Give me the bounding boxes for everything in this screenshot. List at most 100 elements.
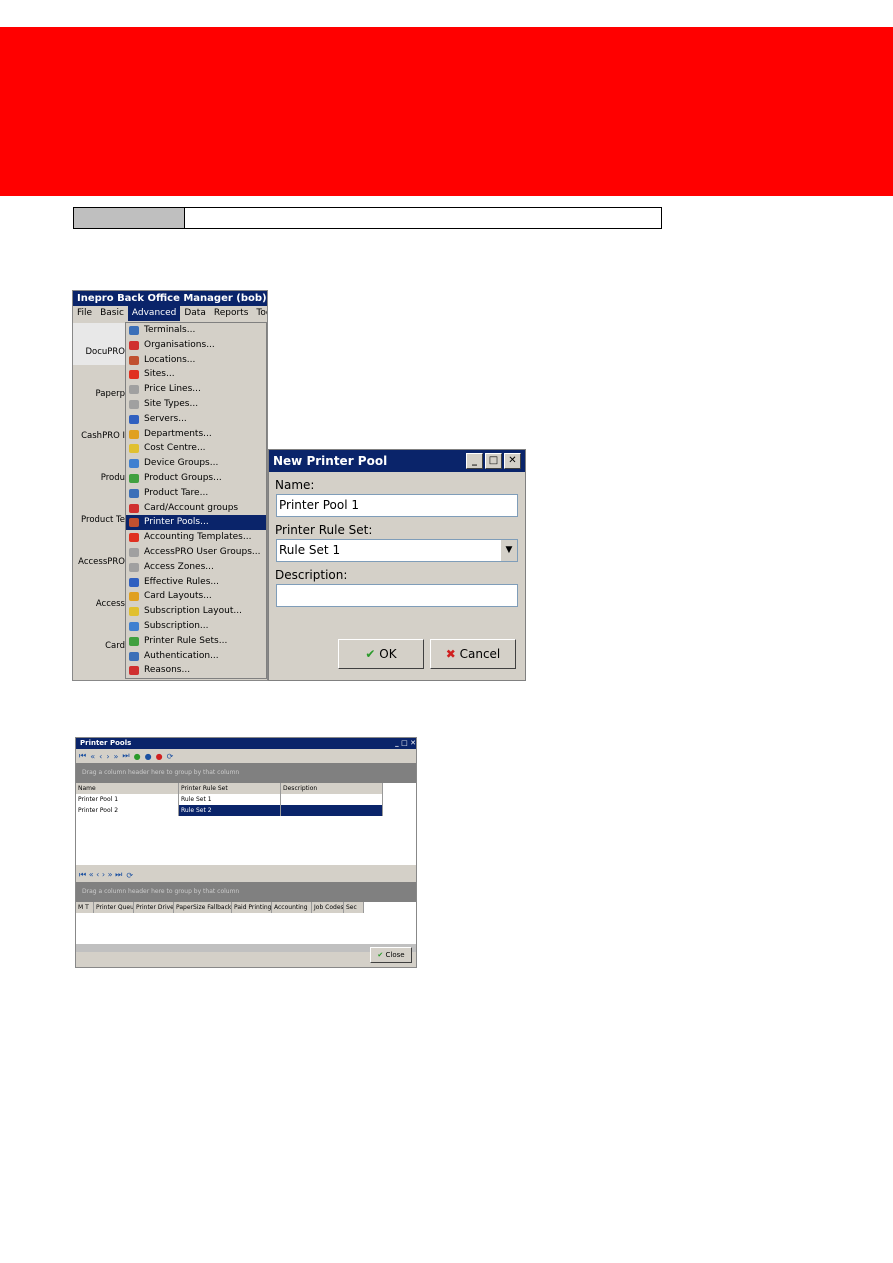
name-input[interactable]: Printer Pool 1: [276, 494, 518, 517]
menu-item[interactable]: Accounting Templates...: [126, 530, 266, 545]
column-header[interactable]: Name: [76, 783, 179, 794]
menu-item-icon: [129, 340, 139, 350]
nav-first-icon[interactable]: ⏮: [79, 751, 86, 761]
sidebar-item[interactable]: Card: [73, 617, 125, 659]
window-buttons[interactable]: _ □ ✕: [395, 738, 416, 749]
description-input[interactable]: [276, 584, 518, 607]
maximize-button[interactable]: □: [485, 453, 502, 469]
menu-item[interactable]: Card/Account groups: [126, 501, 266, 516]
ruleset-select[interactable]: Rule Set 1 ▼: [276, 539, 518, 562]
sidebar-item[interactable]: Access: [73, 575, 125, 617]
menu-item-label: Printer Rule Sets...: [144, 635, 228, 646]
menu-item[interactable]: Site Types...: [126, 397, 266, 412]
menu-bar: File Basic Advanced Data Reports Tools: [73, 306, 267, 321]
menu-item[interactable]: Price Lines...: [126, 382, 266, 397]
sidebar-item[interactable]: DocuPRO: [73, 323, 125, 365]
menu-item[interactable]: Reasons...: [126, 663, 266, 678]
menu-item[interactable]: Servers...: [126, 412, 266, 427]
menu-item[interactable]: Product Groups...: [126, 471, 266, 486]
menu-file[interactable]: File: [73, 306, 96, 321]
sidebar-item[interactable]: Produ: [73, 449, 125, 491]
info-icon[interactable]: ●: [145, 752, 152, 761]
menu-item-icon: [129, 488, 139, 498]
column-header[interactable]: Paid Printing: [232, 902, 272, 913]
menu-item-icon: [129, 385, 139, 395]
minimize-button[interactable]: _: [466, 453, 483, 469]
menu-item[interactable]: Authentication...: [126, 649, 266, 664]
menu-item[interactable]: Printer Rule Sets...: [126, 634, 266, 649]
sidebar-item[interactable]: AccessPRO: [73, 533, 125, 575]
menu-item-label: Organisations...: [144, 339, 215, 350]
menu-item-label: Subscription...: [144, 620, 209, 631]
cancel-button[interactable]: ✖ Cancel: [430, 639, 516, 669]
column-header[interactable]: Job Codes: [312, 902, 344, 913]
nav-prev-icon[interactable]: ‹: [99, 752, 102, 761]
sidebar-item[interactable]: Paperp: [73, 365, 125, 407]
menu-item-label: Card/Account groups: [144, 502, 239, 513]
delete-icon[interactable]: ●: [156, 752, 163, 761]
sidebar-item[interactable]: [73, 659, 125, 680]
add-icon[interactable]: ●: [134, 752, 141, 761]
menu-item[interactable]: Printer Pools...: [126, 515, 266, 531]
header-table: [73, 207, 662, 229]
menu-item[interactable]: Access Zones...: [126, 560, 266, 575]
menu-item-icon: [129, 503, 139, 513]
column-header[interactable]: Accounting: [272, 902, 312, 913]
menu-item[interactable]: Product Tare...: [126, 486, 266, 501]
check-icon: ✔: [365, 647, 376, 661]
menu-item-icon: [129, 444, 139, 454]
refresh-icon[interactable]: ⟳: [167, 752, 174, 761]
nav-icons[interactable]: ⏮ « ‹ › » ⏭: [79, 870, 122, 880]
menu-item[interactable]: Locations...: [126, 353, 266, 368]
menu-item[interactable]: Organisations...: [126, 338, 266, 353]
menu-item-icon: [129, 355, 139, 365]
menu-item[interactable]: Departments...: [126, 427, 266, 442]
chevron-down-icon[interactable]: ▼: [501, 540, 517, 561]
ok-button[interactable]: ✔ OK: [338, 639, 424, 669]
menu-item-icon: [129, 592, 139, 602]
menu-item[interactable]: Cost Centre...: [126, 441, 266, 456]
column-header[interactable]: Sec: [344, 902, 364, 913]
column-header[interactable]: Description: [281, 783, 383, 794]
nav-prev-page-icon[interactable]: «: [90, 752, 95, 761]
menu-item-label: Effective Rules...: [144, 576, 219, 587]
sidebar-item[interactable]: CashPRO I: [73, 407, 125, 449]
table-row[interactable]: Printer Pool 1 Rule Set 1: [76, 794, 416, 805]
menu-item[interactable]: AccessPRO User Groups...: [126, 545, 266, 560]
menu-data[interactable]: Data: [180, 306, 210, 321]
menu-item-icon: [129, 651, 139, 661]
menu-item-icon: [129, 621, 139, 631]
table-row[interactable]: Printer Pool 2 Rule Set 2: [76, 805, 416, 816]
sidebar-item[interactable]: Product Te: [73, 491, 125, 533]
menu-item[interactable]: Effective Rules...: [126, 575, 266, 590]
sidebar: DocuPRO Paperp CashPRO I Produ Product Te Acc…: [73, 323, 125, 680]
nav-next-page-icon[interactable]: »: [114, 752, 119, 761]
menu-item-label: Accounting Templates...: [144, 532, 252, 543]
menu-tools[interactable]: Tools: [252, 306, 267, 321]
menu-item[interactable]: Sites...: [126, 367, 266, 382]
nav-last-icon[interactable]: ⏭: [122, 751, 129, 761]
menu-item[interactable]: Device Groups...: [126, 456, 266, 471]
column-header[interactable]: M T: [76, 902, 94, 913]
menu-item[interactable]: Card Layouts...: [126, 589, 266, 604]
menu-advanced[interactable]: Advanced: [127, 306, 181, 321]
column-header[interactable]: Printer Rule Set: [179, 783, 281, 794]
column-header[interactable]: Printer Driver: [134, 902, 174, 913]
menu-item-icon: [129, 414, 139, 424]
column-header[interactable]: PaperSize Fallback: [174, 902, 232, 913]
cell: Printer Pool 2: [76, 805, 179, 816]
menu-item-icon: [129, 607, 139, 617]
menu-item[interactable]: Subscription Layout...: [126, 604, 266, 619]
menu-item[interactable]: Terminals...: [126, 323, 266, 338]
refresh-icon[interactable]: ⟳: [126, 871, 133, 880]
menu-item[interactable]: Subscription...: [126, 619, 266, 634]
cell: Rule Set 2: [179, 805, 281, 816]
nav-next-icon[interactable]: ›: [106, 752, 109, 761]
menu-basic[interactable]: Basic: [96, 306, 128, 321]
close-button[interactable]: ✕: [504, 453, 521, 469]
menu-item-icon: [129, 562, 139, 572]
column-header[interactable]: Printer Queue: [94, 902, 134, 913]
horizontal-scrollbar[interactable]: [76, 944, 416, 952]
close-window-button[interactable]: ✔ Close: [370, 947, 412, 963]
menu-reports[interactable]: Reports: [210, 306, 253, 321]
